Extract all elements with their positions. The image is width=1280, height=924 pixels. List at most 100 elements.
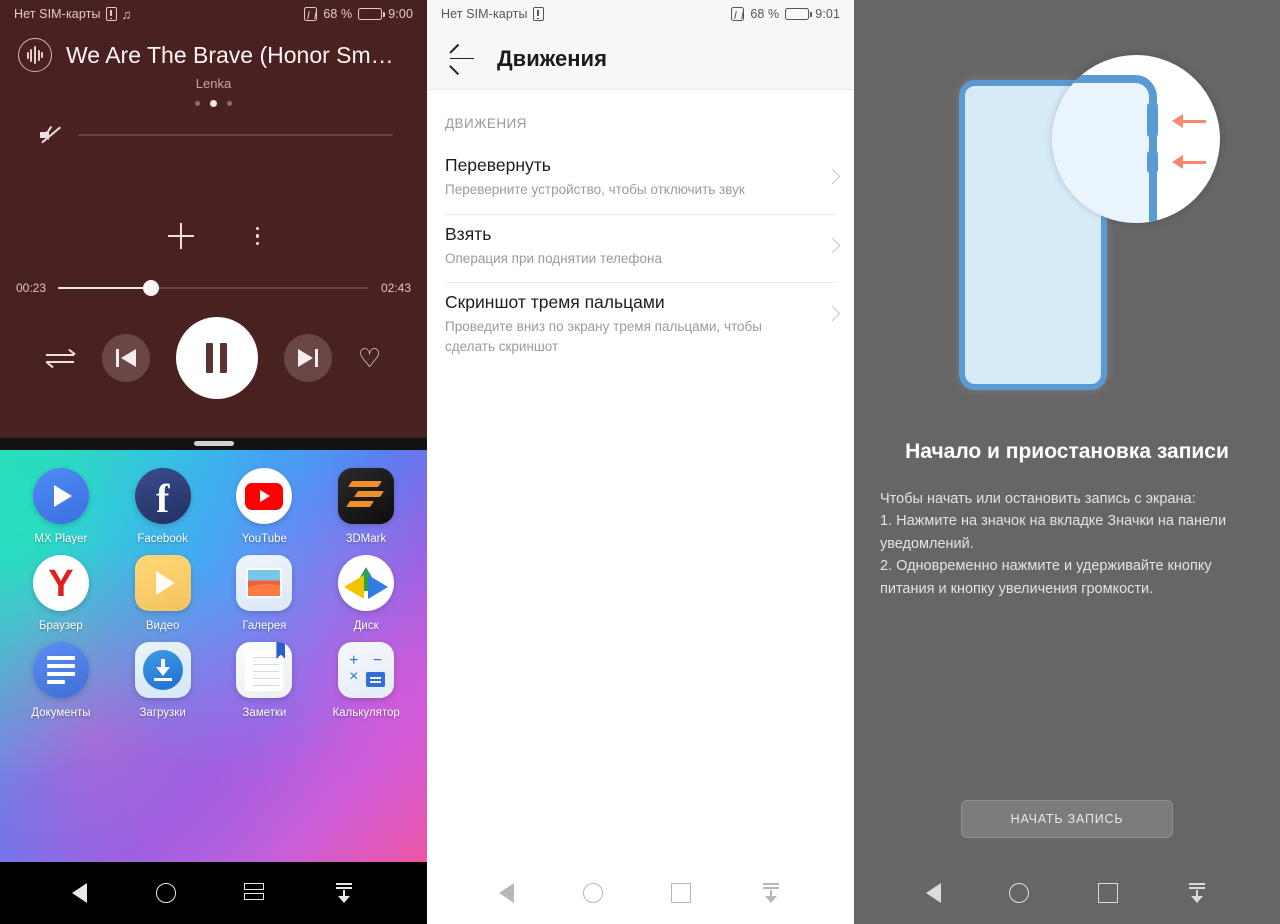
heart-icon[interactable]: ♡: [358, 345, 381, 371]
calculator-icon[interactable]: + − ×: [338, 642, 395, 698]
mx-player-icon[interactable]: [32, 468, 89, 524]
add-icon[interactable]: [167, 223, 194, 249]
documents-icon[interactable]: [32, 642, 89, 698]
google-drive-icon[interactable]: [338, 555, 395, 611]
youtube-icon[interactable]: [236, 468, 293, 524]
next-track-button[interactable]: [283, 334, 332, 382]
back-arrow-icon[interactable]: [449, 43, 475, 75]
row-title: Взять: [445, 223, 492, 244]
hide-navbar-icon[interactable]: [760, 882, 782, 904]
clock-label: 9:00: [388, 7, 413, 21]
app-bar: Движения: [427, 28, 854, 90]
page-dot-active[interactable]: [210, 100, 217, 107]
app-facebook[interactable]: f Facebook: [112, 468, 214, 545]
app-label: Документы: [31, 707, 91, 719]
home-nav-icon[interactable]: [582, 883, 603, 903]
app-label: Загрузки: [139, 707, 186, 719]
quick-actions: [0, 223, 427, 249]
nfc-icon: [304, 7, 318, 21]
sim-status-label: Нет SIM-карты: [441, 7, 528, 21]
volume-row[interactable]: [0, 107, 427, 145]
app-label: Facebook: [137, 533, 188, 545]
app-label: 3DMark: [345, 533, 387, 545]
app-label: Диск: [353, 620, 379, 632]
row-subtitle: Проведите вниз по экрану тремя пальцами,…: [445, 319, 762, 354]
hide-navbar-icon[interactable]: [1186, 882, 1208, 904]
arrow-left-icon: [1172, 114, 1206, 128]
waveform-icon: [18, 38, 52, 72]
app-mx-player[interactable]: MX Player: [10, 468, 112, 545]
app-documents[interactable]: Документы: [10, 642, 112, 719]
settings-row-three-finger-screenshot[interactable]: Скриншот тремя пальцами Проведите вниз п…: [427, 282, 854, 370]
home-nav-icon[interactable]: [155, 883, 176, 903]
app-drive[interactable]: Диск: [315, 555, 417, 632]
page-title: Движения: [497, 45, 607, 71]
previous-track-button[interactable]: [101, 334, 150, 382]
seek-fill: [58, 287, 152, 289]
seek-slider[interactable]: [58, 280, 369, 296]
yandex-browser-icon[interactable]: Y: [32, 555, 89, 611]
page-dot[interactable]: [195, 101, 200, 106]
mute-icon[interactable]: [40, 125, 62, 145]
facebook-icon[interactable]: f: [134, 468, 191, 524]
gallery-icon[interactable]: [236, 555, 293, 611]
notes-icon[interactable]: [236, 642, 293, 698]
app-calculator[interactable]: + − × Калькулятор: [315, 642, 417, 719]
app-notes[interactable]: Заметки: [214, 642, 316, 719]
panel-music-player-and-drawer: Нет SIM-карты ♫ 68 % 9:00 We Are The Bra…: [0, 0, 427, 924]
hide-navbar-icon[interactable]: [333, 882, 355, 904]
app-label: Видео: [145, 620, 180, 632]
help-line: 1. Нажмите на значок на вкладке Значки н…: [880, 513, 1227, 552]
row-main: Взять Операция при поднятии телефона: [445, 224, 814, 269]
pause-button[interactable]: [175, 317, 258, 399]
app-3dmark[interactable]: 3DMark: [315, 468, 417, 545]
back-nav-icon[interactable]: [926, 883, 942, 903]
battery-icon: [358, 8, 386, 20]
app-label: YouTube: [241, 533, 287, 545]
app-label: MX Player: [34, 533, 88, 545]
drag-handle-bar[interactable]: [0, 438, 427, 450]
back-nav-icon[interactable]: [499, 883, 515, 903]
row-subtitle: Переверните устройство, чтобы отключить …: [445, 182, 745, 197]
app-label: Галерея: [242, 620, 287, 632]
start-record-button[interactable]: НАЧАТЬ ЗАПИСЬ: [961, 800, 1173, 838]
settings-list: Перевернуть Переверните устройство, чтоб…: [427, 145, 854, 371]
track-artist: Lenka: [195, 76, 232, 91]
app-youtube[interactable]: YouTube: [214, 468, 316, 545]
recents-nav-icon[interactable]: [671, 883, 692, 903]
seek-row[interactable]: 00:23 02:43: [0, 280, 427, 296]
next-track-icon: [297, 349, 318, 367]
app-label: Калькулятор: [332, 707, 400, 719]
magnifier-circle: [1052, 55, 1220, 223]
shuffle-icon[interactable]: [45, 348, 76, 369]
video-icon[interactable]: [134, 555, 191, 611]
chevron-right-icon: [824, 237, 841, 253]
clock-label: 9:01: [815, 7, 840, 21]
music-note-icon: ♫: [121, 6, 132, 22]
settings-row-flip[interactable]: Перевернуть Переверните устройство, чтоб…: [427, 145, 854, 214]
downloads-icon[interactable]: [134, 642, 191, 698]
seek-knob[interactable]: [143, 280, 160, 296]
recents-nav-icon[interactable]: [244, 883, 265, 903]
settings-row-pickup[interactable]: Взять Операция при поднятии телефона: [427, 213, 854, 283]
app-grid: MX Player f Facebook YouTube 3DMark Y Бр…: [0, 450, 427, 719]
page-dot[interactable]: [227, 101, 232, 106]
back-nav-icon[interactable]: [72, 883, 88, 903]
total-time-label: 02:43: [380, 281, 411, 295]
app-downloads[interactable]: Загрузки: [112, 642, 214, 719]
home-nav-icon[interactable]: [1009, 883, 1030, 903]
3dmark-icon[interactable]: [338, 468, 395, 524]
more-vertical-icon[interactable]: [255, 226, 260, 246]
drag-handle-grip[interactable]: [193, 441, 234, 446]
row-main: Перевернуть Переверните устройство, чтоб…: [445, 155, 814, 200]
recents-nav-icon[interactable]: [1097, 883, 1118, 903]
status-bar-right: 68 % 9:01: [731, 7, 840, 21]
battery-icon: [785, 8, 813, 20]
app-video[interactable]: Видео: [112, 555, 214, 632]
app-browser[interactable]: Y Браузер: [10, 555, 112, 632]
chevron-right-icon: [824, 168, 841, 185]
sim-status-label: Нет SIM-карты: [14, 7, 101, 21]
volume-slider[interactable]: [78, 134, 393, 136]
battery-percent-label: 68 %: [750, 7, 780, 21]
app-gallery[interactable]: Галерея: [214, 555, 316, 632]
